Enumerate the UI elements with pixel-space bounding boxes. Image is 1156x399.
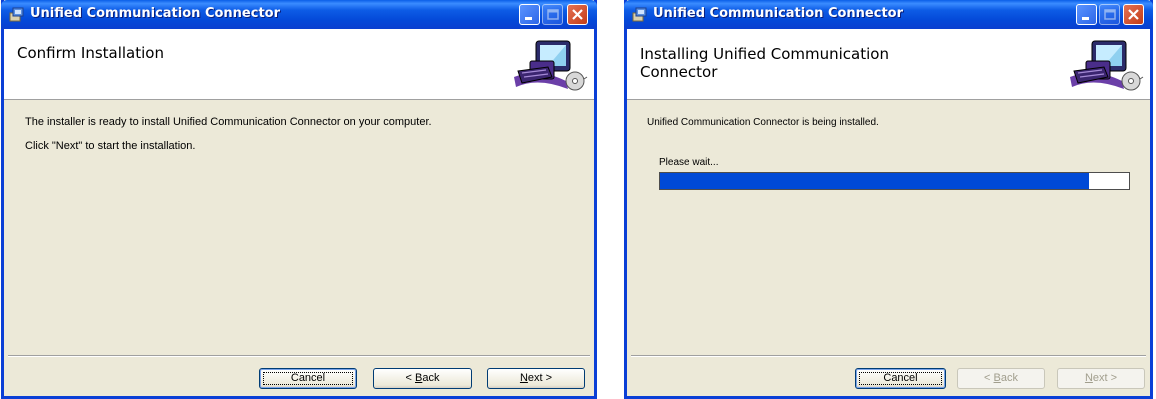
back-button[interactable]: < Back	[373, 368, 472, 389]
page-title-line1: Installing Unified Communication	[640, 45, 889, 63]
back-button-prefix: <	[984, 372, 994, 384]
back-button-label: ack	[1000, 372, 1018, 384]
cancel-button[interactable]: Cancel	[259, 368, 357, 389]
title-bar[interactable]: Unified Communication Connector	[1, 0, 597, 29]
maximize-icon	[1104, 9, 1116, 20]
install-progress-bar	[659, 172, 1130, 190]
back-button-label: ack	[422, 372, 440, 384]
computer-install-graphic	[514, 40, 588, 91]
back-button-prefix: <	[405, 372, 415, 384]
close-icon	[572, 9, 583, 20]
installer-window-progress: Unified Communication Connector Installi…	[624, 0, 1153, 399]
next-button[interactable]: Next >	[1057, 368, 1145, 389]
confirm-message: The installer is ready to install Unifie…	[25, 116, 432, 128]
cancel-button-label: Cancel	[290, 372, 326, 384]
page-title-line2: Connector	[640, 63, 718, 81]
back-button-accesskey: B	[993, 372, 1001, 384]
cancel-button-label: Cancel	[883, 372, 918, 384]
header-banner: Installing Unified Communication Connect…	[627, 29, 1150, 100]
next-button-label: ext >	[1092, 372, 1118, 384]
minimize-icon	[1082, 17, 1089, 20]
maximize-button[interactable]	[1099, 4, 1120, 25]
back-button[interactable]: < Back	[957, 368, 1045, 389]
install-status: Unified Communication Connector is being…	[647, 117, 879, 128]
maximize-icon	[547, 9, 559, 20]
minimize-button[interactable]	[519, 4, 540, 25]
next-button-accesskey: N	[1084, 372, 1093, 384]
minimize-icon	[525, 17, 532, 20]
maximize-button[interactable]	[542, 4, 563, 25]
next-button-label: ext >	[527, 372, 553, 384]
page-title: Confirm Installation	[17, 44, 164, 62]
installer-window-confirm: Unified Communication Connector Confirm …	[1, 0, 597, 399]
cancel-button[interactable]: Cancel	[855, 368, 946, 389]
installer-app-icon	[9, 7, 24, 22]
next-button[interactable]: Next >	[487, 368, 585, 389]
title-bar[interactable]: Unified Communication Connector	[624, 0, 1153, 29]
progress-fill	[660, 173, 1089, 189]
installer-app-icon	[632, 7, 647, 22]
window-title: Unified Communication Connector	[30, 6, 281, 21]
confirm-instruction: Click "Next" to start the installation.	[25, 140, 196, 152]
window-title: Unified Communication Connector	[653, 6, 904, 21]
close-button[interactable]	[567, 4, 588, 25]
header-banner: Confirm Installation	[4, 29, 594, 100]
wait-label: Please wait...	[659, 157, 719, 168]
computer-install-graphic	[1070, 40, 1144, 91]
footer-divider-highlight	[631, 356, 1146, 357]
minimize-button[interactable]	[1076, 4, 1097, 25]
close-button[interactable]	[1123, 4, 1144, 25]
next-button-accesskey: N	[519, 372, 528, 384]
close-icon	[1128, 9, 1139, 20]
page-title: Installing Unified Communication Connect…	[640, 45, 889, 81]
footer-divider-highlight	[8, 356, 590, 357]
